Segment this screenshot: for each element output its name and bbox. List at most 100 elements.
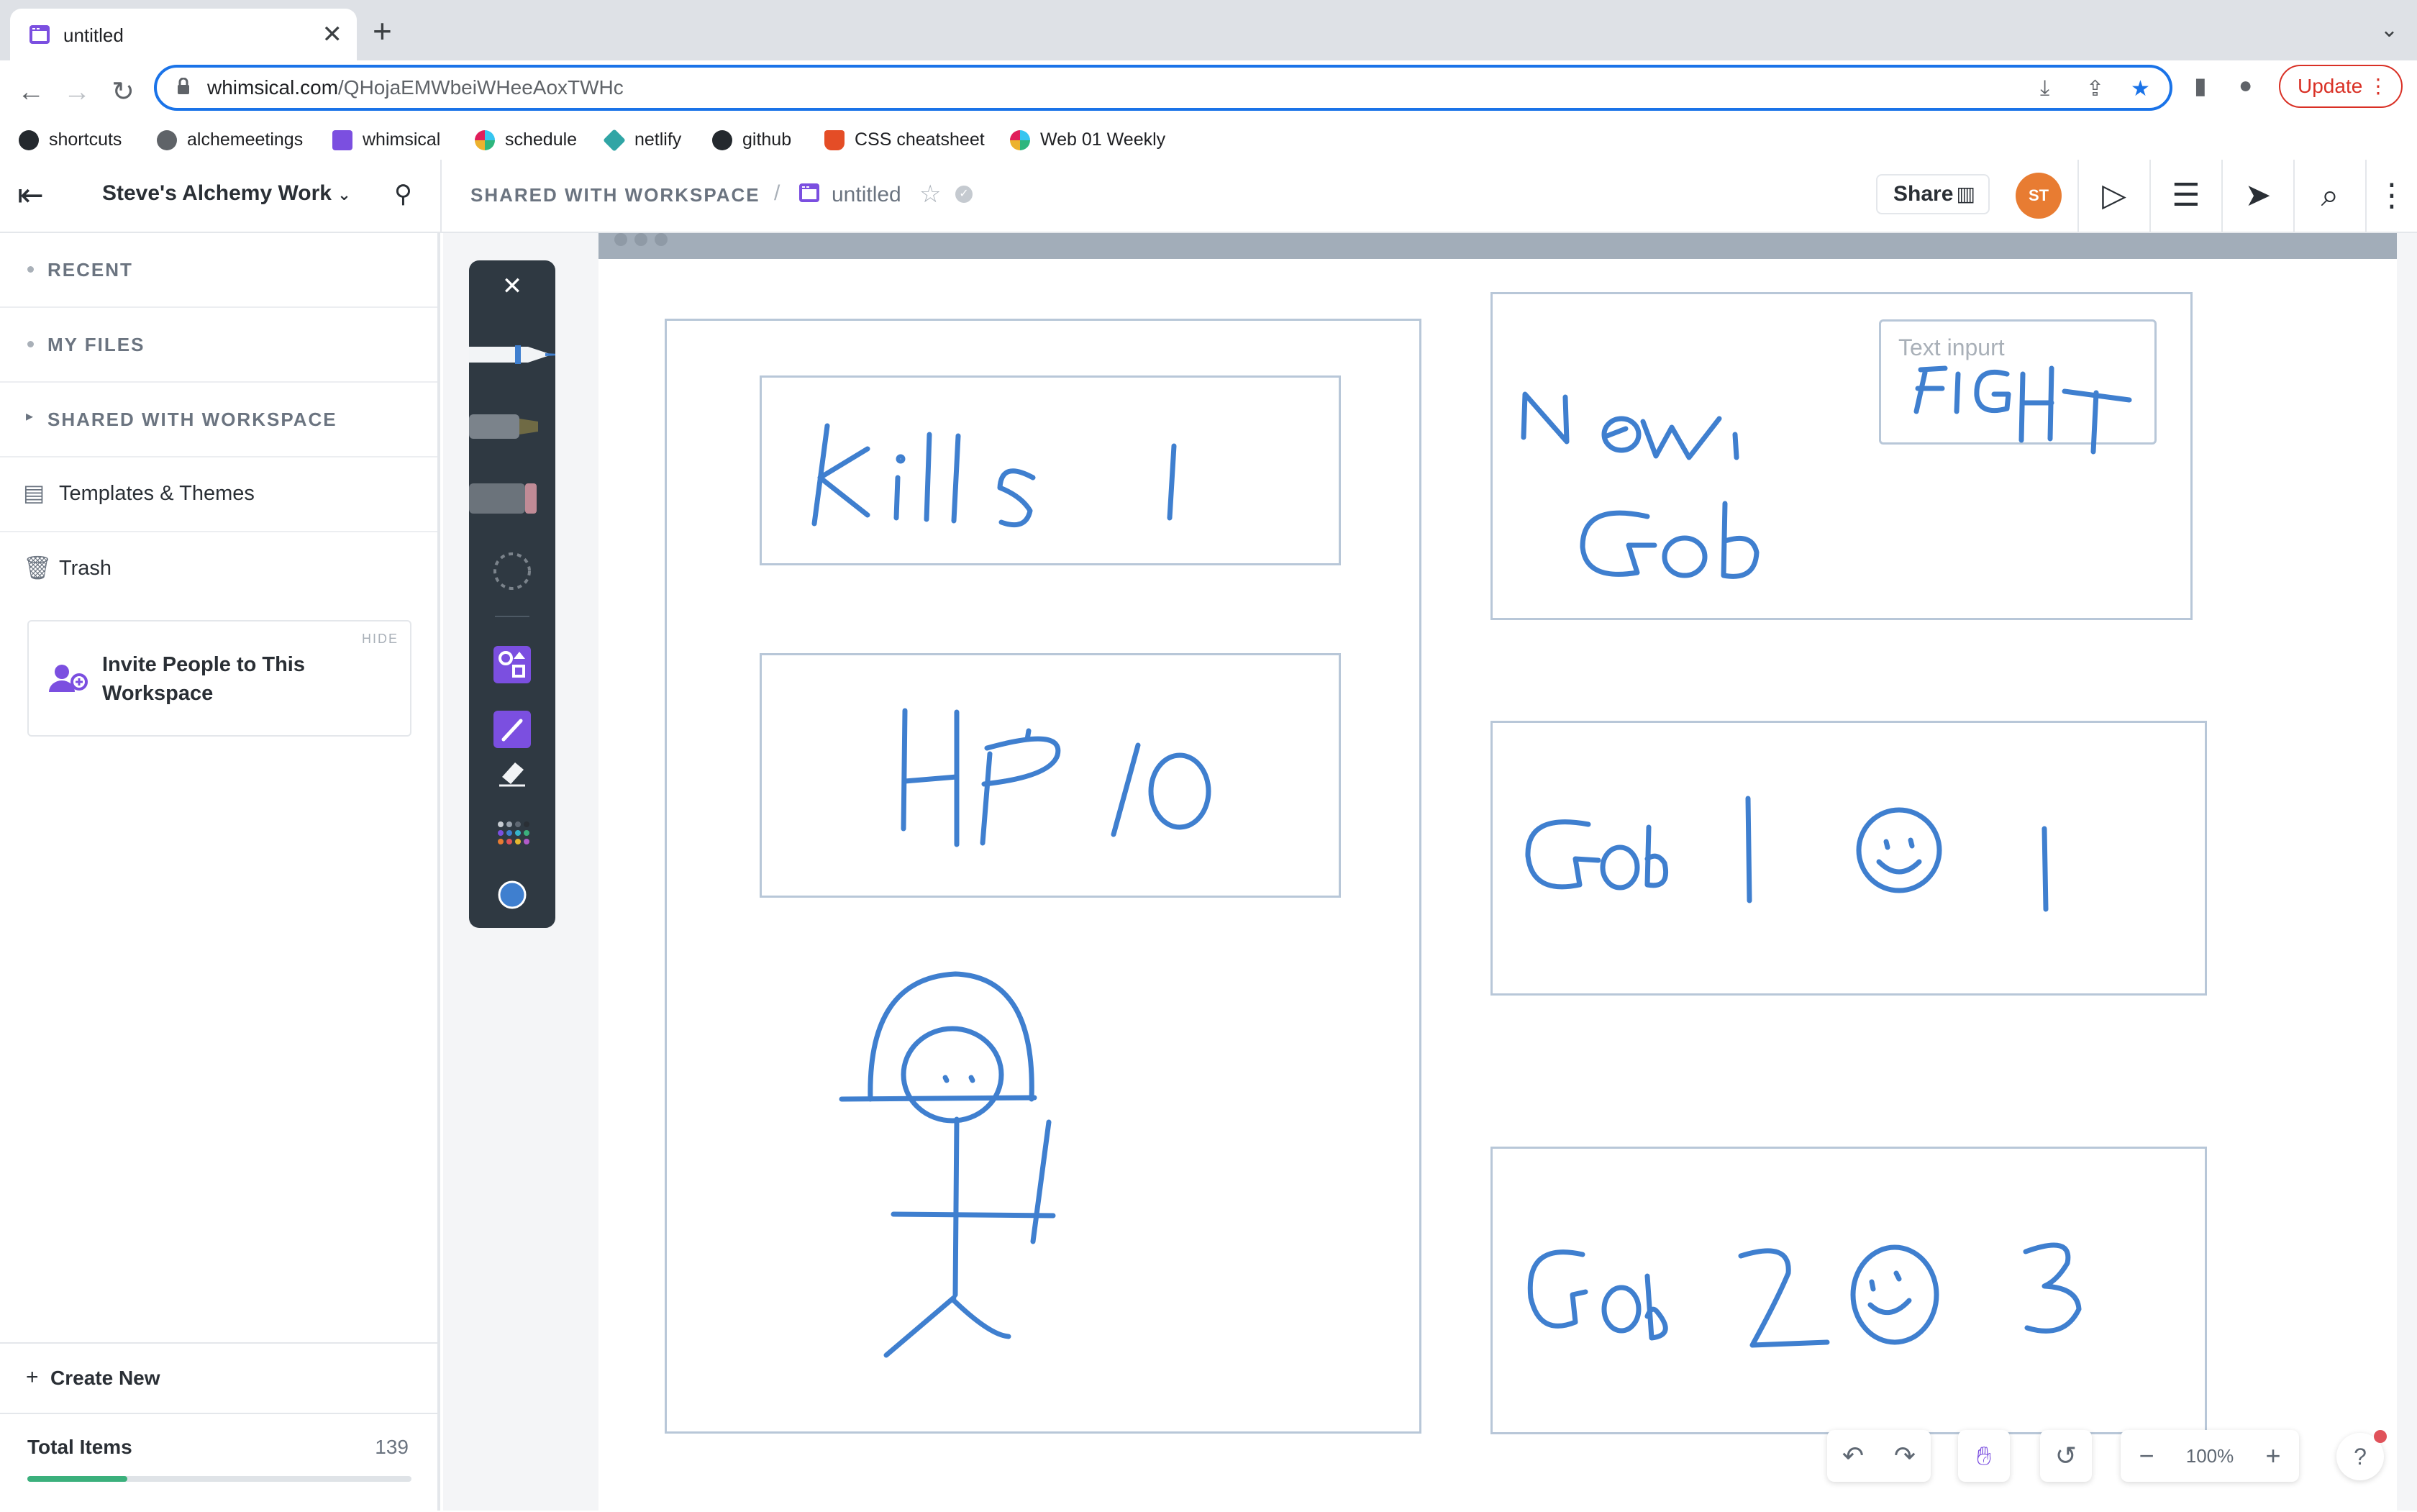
history-icon[interactable]: ↺	[2040, 1430, 2092, 1482]
side-panel-icon[interactable]: ▮	[2194, 72, 2207, 99]
sidebar-item-my-files[interactable]: MY FILES	[0, 308, 437, 383]
tab-search-chevron-icon[interactable]: ⌄	[2380, 17, 2398, 42]
bookmark-css-cheatsheet[interactable]: CSS cheatsheet	[824, 125, 985, 154]
profile-icon[interactable]: ●	[2239, 72, 2252, 99]
text-input-box[interactable]: Text inpurt	[1879, 319, 2157, 445]
verified-check-icon: ✓	[955, 186, 973, 203]
frame-gob-2[interactable]	[1490, 1147, 2207, 1434]
hand-tool-bar: ✋︎	[1958, 1430, 2010, 1482]
bookmark-alchemeetings[interactable]: alchemeetings	[157, 125, 303, 154]
avatar[interactable]: ST	[2016, 173, 2062, 219]
star-icon[interactable]: ☆	[919, 180, 941, 209]
frame-hp[interactable]	[760, 653, 1341, 898]
redo-icon[interactable]: ↷	[1879, 1430, 1931, 1482]
sidebar-item-templates[interactable]: ▤ Templates & Themes	[0, 457, 437, 532]
update-label: Update	[2298, 75, 2363, 97]
search-icon[interactable]: ⌕	[2293, 160, 2365, 232]
present-icon[interactable]: ▷	[2077, 160, 2149, 232]
help-button[interactable]: ?	[2336, 1430, 2387, 1480]
close-pen-toolbar-icon[interactable]: ✕	[469, 272, 555, 301]
send-icon[interactable]: ➤	[2221, 160, 2293, 232]
slack-icon	[1010, 130, 1030, 151]
bullet-icon	[27, 341, 34, 347]
bookmark-schedule[interactable]: schedule	[475, 125, 577, 154]
address-bar[interactable]: whimsical.com/QHojaEMWbeiWHeeAoxTWHc ⤓ ⇪…	[154, 65, 2172, 111]
hand-tool-icon[interactable]: ✋︎	[1958, 1430, 2010, 1482]
more-vert-icon[interactable]: ⋮	[2368, 66, 2388, 106]
undo-icon[interactable]: ↶	[1827, 1430, 1879, 1482]
pin-icon[interactable]: ⚲	[394, 180, 412, 209]
trash-icon: 🗑︎	[23, 555, 53, 580]
notification-dot	[2374, 1430, 2387, 1443]
share-button[interactable]: Share ▥	[1876, 174, 1990, 214]
bookmark-label: netlify	[634, 129, 682, 150]
bookmark-star-icon[interactable]: ★	[2131, 76, 2150, 101]
update-button[interactable]: Update ⋮	[2279, 65, 2403, 108]
marker-tool-icon[interactable]	[469, 401, 555, 452]
board-dot	[614, 233, 627, 246]
breadcrumb-separator: /	[774, 181, 780, 205]
slack-icon	[475, 130, 495, 151]
eraser-tool-icon[interactable]	[469, 473, 555, 524]
frame-gob-1[interactable]	[1490, 721, 2207, 996]
file-title[interactable]: untitled	[832, 183, 901, 207]
browser-tabstrip: untitled ✕ + ⌄	[0, 0, 2417, 60]
bookmark-label: alchemeetings	[187, 129, 304, 150]
url-text: whimsical.com/QHojaEMWbeiWHeeAoxTWHc	[207, 76, 624, 99]
templates-icon: ▤	[23, 480, 45, 506]
sidebar-item-trash[interactable]: 🗑︎ Trash	[0, 532, 437, 606]
board-file-icon	[799, 183, 819, 202]
new-tab-button[interactable]: +	[373, 14, 392, 47]
breadcrumb-shared[interactable]: SHARED WITH WORKSPACE	[470, 184, 760, 206]
zoom-in-icon[interactable]: +	[2247, 1430, 2299, 1482]
share-page-icon[interactable]: ⇪	[2086, 76, 2104, 101]
install-app-icon[interactable]: ⤓	[2040, 76, 2049, 101]
hide-button[interactable]: HIDE	[362, 632, 399, 647]
create-new-label: Create New	[50, 1367, 160, 1389]
invite-text: Invite People to This Workspace	[102, 653, 305, 705]
create-new-button[interactable]: + Create New	[0, 1342, 437, 1413]
sidebar-item-recent[interactable]: RECENT	[0, 233, 437, 308]
sidebar-item-shared[interactable]: ▸ SHARED WITH WORKSPACE	[0, 383, 437, 457]
bookmark-web01-weekly[interactable]: Web 01 Weekly	[1010, 125, 1165, 154]
bookmark-shortcuts[interactable]: shortcuts	[19, 125, 122, 154]
zoom-level[interactable]: 100%	[2172, 1430, 2247, 1482]
header-divider	[440, 160, 442, 232]
invite-card[interactable]: HIDE Invite People to This Workspace	[27, 620, 411, 737]
board-dot	[655, 233, 668, 246]
lasso-tool-icon[interactable]	[469, 545, 555, 596]
forward-arrow-icon[interactable]: →	[59, 70, 95, 114]
usage-progress-fill	[27, 1476, 127, 1482]
caret-right-icon[interactable]: ▸	[26, 407, 33, 425]
back-arrow-icon[interactable]: ←	[13, 70, 49, 114]
app-header: ⇤ Steve's Alchemy Work ⌄ ⚲ SHARED WITH W…	[0, 160, 2417, 233]
collapse-sidebar-icon[interactable]: ⇤	[17, 180, 44, 211]
github-icon	[712, 130, 732, 151]
frame-kills[interactable]	[760, 375, 1341, 565]
total-items-count: 139	[375, 1436, 409, 1458]
browser-toolbar: ← → ↻ whimsical.com/QHojaEMWbeiWHeeAoxTW…	[0, 60, 2417, 174]
bookmark-netlify[interactable]: netlify	[603, 125, 682, 154]
shapes-tool-icon[interactable]	[469, 640, 555, 691]
bookmark-label: whimsical	[363, 129, 441, 150]
bookmark-label: shortcuts	[49, 129, 122, 150]
reload-icon[interactable]: ↻	[105, 70, 141, 114]
eraser-mode-icon[interactable]	[469, 748, 555, 798]
usage-progress-track	[27, 1476, 411, 1482]
color-palette-icon[interactable]	[469, 811, 555, 862]
more-vert-icon[interactable]: ⋮	[2365, 160, 2417, 232]
pen-toolbar: ✕	[469, 260, 555, 928]
active-color-swatch-icon[interactable]	[469, 869, 555, 919]
browser-tab[interactable]: untitled ✕	[10, 9, 357, 60]
bookmark-github[interactable]: github	[712, 125, 791, 154]
url-host: whimsical.com	[207, 76, 339, 99]
bookmark-label: CSS cheatsheet	[855, 129, 985, 150]
zoom-out-icon[interactable]: −	[2121, 1430, 2172, 1482]
comments-icon[interactable]: ☰	[2149, 160, 2221, 232]
bookmark-whimsical[interactable]: whimsical	[332, 125, 440, 154]
workspace-switcher[interactable]: Steve's Alchemy Work ⌄	[102, 181, 351, 206]
pen-tool-icon[interactable]	[469, 329, 555, 380]
github-icon	[19, 130, 39, 151]
tab-close-icon[interactable]: ✕	[322, 20, 343, 49]
pen-toolbar-divider	[495, 616, 529, 617]
